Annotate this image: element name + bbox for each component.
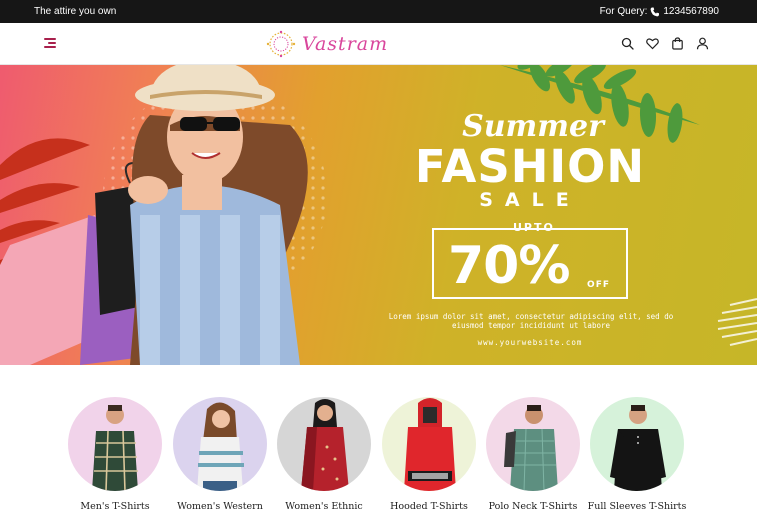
category-womens-western[interactable]: Women's Western — [168, 397, 272, 512]
offer-value: 70% — [448, 236, 570, 296]
offer-prefix: UPTO — [513, 221, 555, 234]
category-label: Hooded T-Shirts — [390, 501, 468, 512]
category-full-sleeves-tshirts[interactable]: Full Sleeves T-Shirts — [585, 397, 689, 512]
person-full-sleeves-icon — [610, 405, 666, 491]
category-image — [382, 397, 476, 491]
category-image — [68, 397, 162, 491]
category-polo-neck-tshirts[interactable]: Polo Neck T-Shirts — [481, 397, 585, 512]
person-polo-tshirt-icon — [504, 405, 558, 491]
logo-text: Vastram — [302, 33, 389, 55]
hero-website[interactable]: www.yourwebsite.com — [430, 338, 630, 347]
logo-ornament-icon — [266, 30, 296, 58]
hero-banner[interactable]: Summer FASHION SALE UPTO 70% OFF Lorem i… — [0, 65, 757, 365]
category-label: Men's T-Shirts — [80, 501, 150, 512]
phone-number: 1234567890 — [663, 6, 719, 17]
hero-title-fashion: FASHION — [414, 140, 646, 193]
category-image — [590, 397, 684, 491]
logo[interactable]: Vastram — [262, 29, 388, 59]
offer-suffix: OFF — [587, 280, 610, 290]
category-image — [277, 397, 371, 491]
tagline: The attire you own — [34, 6, 117, 17]
menu-icon[interactable] — [44, 38, 56, 50]
phone-icon — [650, 7, 660, 16]
category-label: Women's Ethnic — [285, 501, 363, 512]
category-hooded-tshirts[interactable]: Hooded T-Shirts — [377, 397, 481, 512]
hero-body-text: Lorem ipsum dolor sit amet, consectetur … — [388, 312, 674, 330]
query-label: For Query: — [599, 6, 648, 17]
person-hooded-tshirt-icon — [404, 398, 456, 491]
heart-icon[interactable] — [646, 37, 659, 50]
hero-title-summer: Summer — [462, 109, 604, 144]
hero-title-sale: SALE — [479, 189, 581, 211]
category-label: Polo Neck T-Shirts — [488, 501, 578, 512]
category-image — [173, 397, 267, 491]
category-label: Women's Western — [177, 501, 263, 512]
query-contact[interactable]: For Query: 1234567890 — [600, 6, 719, 17]
person-mens-tshirt-icon — [92, 405, 138, 491]
stripe-circle — [717, 298, 757, 346]
header-actions — [621, 37, 709, 50]
person-womens-western-icon — [197, 402, 244, 491]
cart-icon[interactable] — [671, 37, 684, 50]
site-header: Vastram — [0, 23, 757, 65]
category-womens-ethnic[interactable]: Women's Ethnic — [272, 397, 376, 512]
category-label: Full Sleeves T-Shirts — [587, 501, 687, 512]
search-icon[interactable] — [621, 37, 634, 50]
offer-box: UPTO 70% OFF — [432, 221, 628, 299]
category-mens-tshirts[interactable]: Men's T-Shirts — [63, 397, 167, 512]
category-strip: Men's T-Shirts Women's Western Women's E — [0, 365, 757, 525]
person-womens-ethnic-icon — [301, 399, 349, 491]
category-image — [486, 397, 580, 491]
user-icon[interactable] — [696, 37, 709, 50]
top-strip: The attire you own For Query: 1234567890 — [0, 0, 757, 23]
